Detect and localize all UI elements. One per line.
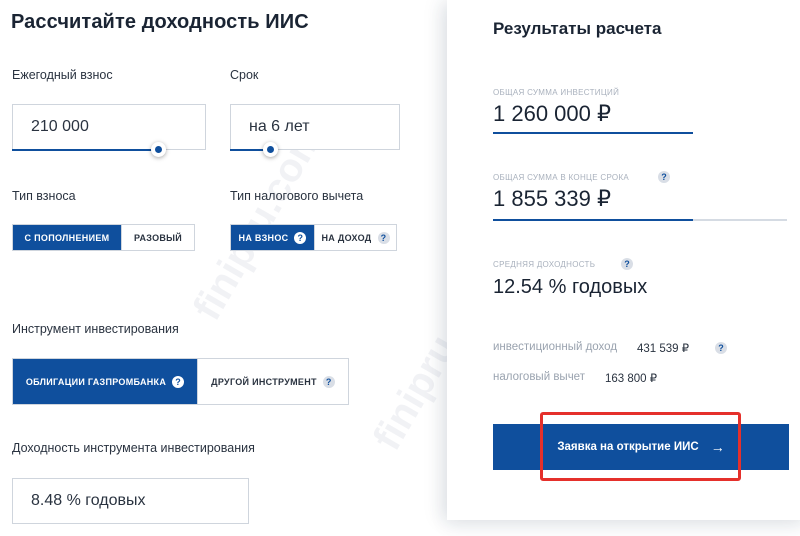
contribution-slider-handle[interactable]: [151, 142, 166, 157]
tax-deduction-type-label: Тип налогового вычета: [230, 189, 364, 203]
contribution-input[interactable]: 210 000: [12, 104, 206, 150]
instrument-option-gazprombank-bonds[interactable]: ОБЛИГАЦИИ ГАЗПРОМБАНКА ?: [13, 359, 197, 404]
total-investment-underline: [493, 132, 693, 134]
total-end-value: 1 855 339 ₽: [493, 186, 611, 211]
instrument-option-other[interactable]: ДРУГОЙ ИНСТРУМЕНТ ?: [197, 359, 348, 404]
tax-deduction-type-toggle: НА ВЗНОС ? НА ДОХОД ?: [230, 224, 397, 251]
instrument-yield-label: Доходность инструмента инвестирования: [12, 441, 255, 455]
contribution-type-label: Тип взноса: [12, 189, 76, 203]
help-icon[interactable]: ?: [377, 231, 390, 244]
contribution-label: Ежегодный взнос: [12, 68, 113, 82]
instrument-yield-input[interactable]: 8.48 % годовых: [12, 478, 249, 524]
option-label: НА ВЗНОС: [238, 232, 289, 243]
term-slider-handle[interactable]: [263, 142, 278, 157]
help-icon[interactable]: ?: [621, 258, 633, 270]
open-iis-application-button[interactable]: Заявка на открытие ИИС →: [493, 424, 789, 470]
contribution-type-option-replenish[interactable]: С ПОПОЛНЕНИЕМ: [13, 225, 121, 250]
contribution-slider-track[interactable]: [12, 149, 160, 151]
help-icon[interactable]: ?: [294, 231, 307, 244]
term-label: Срок: [230, 68, 259, 82]
results-title: Результаты расчета: [493, 19, 662, 38]
option-label: ОБЛИГАЦИИ ГАЗПРОМБАНКА: [25, 376, 167, 387]
page-title: Рассчитайте доходность ИИС: [11, 11, 309, 33]
avg-yield-value: 12.54 % годовых: [493, 276, 648, 298]
contribution-type-option-single[interactable]: РАЗОВЫЙ: [121, 225, 194, 250]
help-icon[interactable]: ?: [658, 171, 670, 183]
term-input[interactable]: на 6 лет: [230, 104, 400, 150]
total-investment-label: ОБЩАЯ СУММА ИНВЕСТИЦИЙ: [493, 88, 620, 97]
total-end-underline-rest: [693, 219, 787, 221]
tax-deduction-option-contribution[interactable]: НА ВЗНОС ?: [231, 225, 314, 250]
help-icon[interactable]: ?: [322, 375, 335, 388]
investment-income-value: 431 539 ₽: [637, 343, 690, 355]
option-label: ДРУГОЙ ИНСТРУМЕНТ: [211, 376, 317, 387]
tax-deduction-label: налоговый вычет: [493, 371, 585, 383]
total-end-underline-filled: [493, 219, 693, 221]
total-investment-value: 1 260 000 ₽: [493, 101, 611, 126]
investment-income-label: инвестиционный доход: [493, 341, 618, 353]
instrument-toggle: ОБЛИГАЦИИ ГАЗПРОМБАНКА ? ДРУГОЙ ИНСТРУМЕ…: [12, 358, 349, 405]
instrument-label: Инструмент инвестирования: [12, 322, 179, 336]
option-label: НА ДОХОД: [321, 232, 372, 243]
tax-deduction-option-income[interactable]: НА ДОХОД ?: [314, 225, 396, 250]
avg-yield-label: СРЕДНЯЯ ДОХОДНОСТЬ: [493, 260, 596, 269]
cta-label: Заявка на открытие ИИС: [557, 441, 699, 453]
help-icon[interactable]: ?: [715, 342, 727, 354]
arrow-right-icon: →: [710, 439, 725, 455]
contribution-type-toggle: С ПОПОЛНЕНИЕМ РАЗОВЫЙ: [12, 224, 195, 251]
tax-deduction-value: 163 800 ₽: [605, 373, 658, 385]
total-end-label: ОБЩАЯ СУММА В КОНЦЕ СРОКА: [493, 173, 630, 182]
help-icon[interactable]: ?: [172, 375, 185, 388]
